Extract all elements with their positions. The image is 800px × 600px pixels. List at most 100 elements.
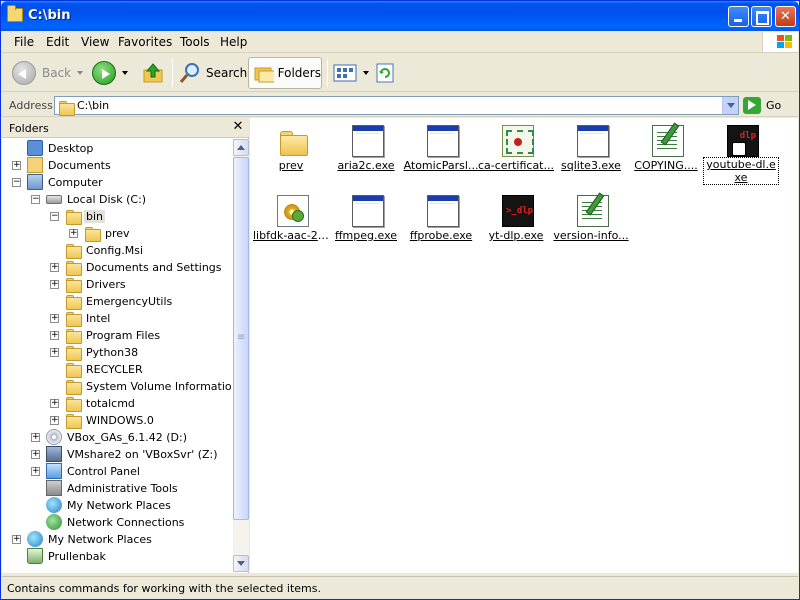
- expand-icon[interactable]: +: [31, 467, 40, 476]
- tree-item[interactable]: Network Connections: [2, 514, 232, 531]
- folder-icon: [65, 293, 82, 310]
- tree-item[interactable]: RECYCLER: [2, 361, 232, 378]
- file-item[interactable]: ffprobe.exe: [403, 189, 479, 253]
- close-button[interactable]: [775, 6, 796, 27]
- collapse-icon[interactable]: −: [31, 195, 40, 204]
- text-document-icon: [652, 125, 684, 157]
- tree-item[interactable]: − bin: [2, 208, 232, 225]
- expand-icon[interactable]: +: [12, 161, 21, 170]
- file-item[interactable]: youtube-dl.exe: [703, 119, 779, 185]
- file-name: libfdk-aac-2.dll: [253, 229, 329, 242]
- tree-item[interactable]: + WINDOWS.0: [2, 412, 232, 429]
- tree-item[interactable]: Prullenbak: [2, 548, 232, 565]
- network-places-icon: [27, 531, 43, 547]
- menu-file[interactable]: File: [14, 35, 34, 49]
- folder-icon: [65, 361, 82, 378]
- tree-scrollbar[interactable]: [233, 139, 249, 572]
- tree-item[interactable]: − Computer: [2, 174, 232, 191]
- expand-icon[interactable]: +: [50, 399, 59, 408]
- tree-item-label: Documents: [48, 159, 111, 172]
- folder-icon: [65, 395, 82, 412]
- folders-label: Folders: [277, 66, 321, 80]
- folder-icon: [7, 5, 23, 22]
- file-name: COPYING....: [634, 159, 698, 172]
- file-item[interactable]: ca-certificat...: [478, 119, 554, 183]
- tree-item-label: bin: [84, 210, 106, 223]
- tree-item[interactable]: − Local Disk (C:): [2, 191, 232, 208]
- expand-icon[interactable]: +: [31, 450, 40, 459]
- folders-button[interactable]: Folders: [248, 57, 322, 89]
- back-button[interactable]: Back: [12, 57, 84, 89]
- tree-item[interactable]: + Program Files: [2, 327, 232, 344]
- tree-item[interactable]: + Control Panel: [2, 463, 232, 480]
- address-value: C:\bin: [77, 99, 110, 112]
- menu-view[interactable]: View: [81, 35, 109, 49]
- tree-item-label: VBox_GAs_6.1.42 (D:): [67, 431, 187, 444]
- network-connections-icon: [46, 514, 62, 530]
- menu-edit[interactable]: Edit: [46, 35, 69, 49]
- expand-icon[interactable]: +: [50, 280, 59, 289]
- tree-item[interactable]: + VMshare2 on 'VBoxSvr' (Z:): [2, 446, 232, 463]
- tree-item[interactable]: Administrative Tools: [2, 480, 232, 497]
- tree-item[interactable]: + Python38: [2, 344, 232, 361]
- expand-icon[interactable]: +: [50, 348, 59, 357]
- tree-item-label: VMshare2 on 'VBoxSvr' (Z:): [67, 448, 218, 461]
- tree-item[interactable]: Config.Msi: [2, 242, 232, 259]
- expand-icon[interactable]: +: [31, 433, 40, 442]
- scroll-thumb[interactable]: [233, 157, 249, 520]
- file-item[interactable]: ffmpeg.exe: [328, 189, 404, 253]
- title-bar[interactable]: C:\bin: [1, 1, 799, 31]
- expand-icon[interactable]: +: [50, 314, 59, 323]
- tree-item[interactable]: + Drivers: [2, 276, 232, 293]
- go-arrow-icon: [743, 97, 761, 114]
- expand-icon[interactable]: +: [69, 229, 78, 238]
- tree-item[interactable]: + My Network Places: [2, 531, 232, 548]
- file-item[interactable]: libfdk-aac-2.dll: [253, 189, 329, 253]
- scroll-down-button[interactable]: [233, 555, 249, 572]
- menu-favorites[interactable]: Favorites: [118, 35, 172, 49]
- go-button[interactable]: Go: [743, 96, 793, 115]
- forward-button[interactable]: [92, 57, 128, 89]
- menu-help[interactable]: Help: [220, 35, 247, 49]
- file-item[interactable]: COPYING....: [628, 119, 704, 183]
- search-button[interactable]: Search: [178, 57, 247, 89]
- collapse-icon[interactable]: −: [50, 212, 59, 221]
- tree-item[interactable]: + prev: [2, 225, 232, 242]
- file-item[interactable]: aria2c.exe: [328, 119, 404, 183]
- tree-item[interactable]: EmergencyUtils: [2, 293, 232, 310]
- tree-item[interactable]: My Network Places: [2, 497, 232, 514]
- chevron-down-icon: [77, 71, 84, 75]
- tree-item[interactable]: + Intel: [2, 310, 232, 327]
- tree-item[interactable]: + VBox_GAs_6.1.42 (D:): [2, 429, 232, 446]
- file-item[interactable]: AtomicParsl...: [403, 119, 479, 183]
- expand-icon[interactable]: +: [50, 263, 59, 272]
- chevron-down-icon: [363, 71, 369, 75]
- folder-icon: [65, 378, 82, 395]
- tree-item[interactable]: + Documents: [2, 157, 232, 174]
- refresh-button[interactable]: [375, 57, 395, 89]
- views-button[interactable]: [333, 57, 369, 89]
- address-input[interactable]: C:\bin: [54, 96, 739, 116]
- maximize-button[interactable]: [751, 6, 772, 27]
- collapse-icon[interactable]: −: [12, 178, 21, 187]
- minimize-button[interactable]: [728, 6, 749, 27]
- tree-item[interactable]: Desktop: [2, 140, 232, 157]
- file-item[interactable]: sqlite3.exe: [553, 119, 629, 183]
- expand-icon[interactable]: +: [12, 535, 21, 544]
- file-item[interactable]: yt-dlp.exe: [478, 189, 554, 253]
- address-dropdown-button[interactable]: [722, 97, 738, 114]
- scroll-up-button[interactable]: [233, 139, 249, 156]
- folders-pane-close-button[interactable]: ✕: [231, 119, 245, 135]
- tree-item[interactable]: + totalcmd: [2, 395, 232, 412]
- up-folder-button[interactable]: [142, 57, 164, 89]
- file-name: yt-dlp.exe: [488, 229, 544, 242]
- file-item[interactable]: version-info...: [553, 189, 629, 253]
- expand-icon[interactable]: +: [50, 416, 59, 425]
- file-name: ffmpeg.exe: [334, 229, 398, 242]
- expand-icon[interactable]: +: [50, 331, 59, 340]
- tree-item[interactable]: System Volume Information: [2, 378, 232, 395]
- file-item[interactable]: prev: [253, 119, 329, 183]
- tree-item[interactable]: + Documents and Settings: [2, 259, 232, 276]
- menu-tools[interactable]: Tools: [180, 35, 210, 49]
- file-name: prev: [278, 159, 304, 172]
